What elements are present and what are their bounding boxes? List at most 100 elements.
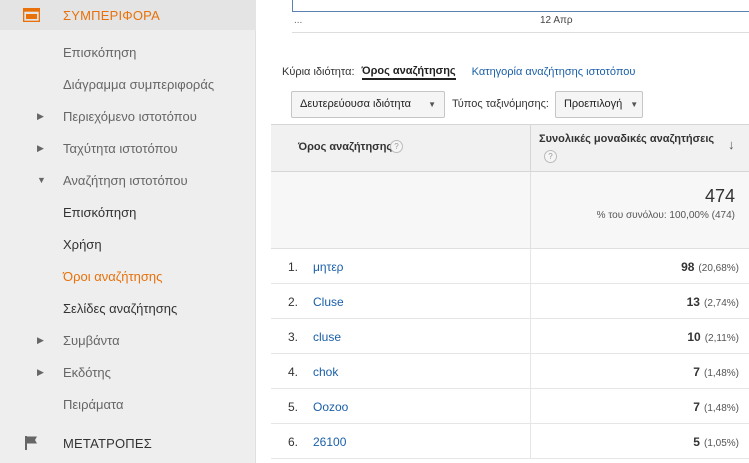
sidebar: ΣΥΜΠΕΡΙΦΟΡΑ Επισκόπηση Διάγραμμα συμπερι… [0,0,256,463]
metric-percent: (1,48%) [703,368,739,379]
sidebar-item-label: Διάγραμμα συμπεριφοράς [63,76,215,92]
totals-percent: % του συνόλου: 100,00% (474) [596,210,735,221]
sidebar-item-search-terms[interactable]: Όροι αναζήτησης [0,260,256,292]
sort-type-dropdown[interactable]: Προεπιλογή ▼ [554,90,643,118]
chart-ellipsis: ... [294,15,303,26]
sidebar-section-behavior[interactable]: ΣΥΜΠΕΡΙΦΟΡΑ [0,0,256,30]
metric-cell: 7 (1,48%) [693,400,739,414]
sort-descending-icon[interactable]: ↓ [728,137,735,152]
totals-value: 474 [704,186,735,206]
search-term-link[interactable]: Oozoo [313,400,348,414]
sidebar-item-label: Εκδότης [63,364,111,380]
sidebar-item-search-overview[interactable]: Επισκόπηση [0,196,256,228]
table-header: Όρος αναζήτησης ? Συνολικές μοναδικές αν… [271,124,749,172]
metric-value: 13 [686,295,700,309]
chart-date-label: 12 Απρ [540,15,573,26]
search-term-link[interactable]: 26100 [313,435,346,449]
metric-cell: 5 (1,05%) [693,435,739,449]
metric-percent: (2,11%) [704,333,739,344]
secondary-dimension-button[interactable]: Δευτερεύουσα ιδιότητα ▼ [291,90,445,118]
chart-area: ... 12 Απρ [292,0,749,33]
chart-series-line [292,11,749,12]
sidebar-item-label: Σελίδες αναζήτησης [63,300,178,316]
chevron-down-icon: ▼ [428,99,436,109]
dimension-cell: 5. Oozoo [271,389,531,423]
metric-cell: 13 (2,74%) [687,295,739,309]
metric-value: 5 [693,435,700,449]
metric-value: 7 [693,365,700,379]
sidebar-item-search-pages[interactable]: Σελίδες αναζήτησης [0,292,256,324]
table-row: 6. 26100 5 (1,05%) [271,424,749,459]
sidebar-section-label: ΜΕΤΑΤΡΟΠΕΣ [63,435,153,451]
row-index: 5. [288,400,299,414]
sidebar-item-label: Περιεχόμενο ιστοτόπου [63,108,197,124]
dimension-cell: 3. cluse [271,319,531,353]
expand-right-icon: ▶ [37,110,44,121]
metric-percent: (20,68%) [698,263,739,274]
sidebar-item-site-speed[interactable]: ▶ Ταχύτητα ιστοτόπου [0,132,256,164]
dimension-cell: 4. chok [271,354,531,388]
metric-value: 10 [687,330,701,344]
chevron-down-icon: ▼ [630,99,639,109]
totals-dimension-cell [271,172,531,248]
expand-down-icon: ▼ [37,175,46,185]
secondary-dimension-label: Δευτερεύουσα ιδιότητα [300,98,412,110]
table-row: 5. Oozoo 7 (1,48%) [271,389,749,424]
sidebar-item-label: Αναζήτηση ιστοτόπου [63,172,188,188]
primary-dimension-alternate-link[interactable]: Κατηγορία αναζήτησης ιστοτόπου [472,66,636,78]
metric-value: 7 [693,400,700,414]
help-icon[interactable]: ? [390,140,403,153]
sidebar-item-label: Χρήση [63,236,102,252]
dimension-column-title: Όρος αναζήτησης [298,141,393,153]
sidebar-item-label: Ταχύτητα ιστοτόπου [63,140,178,156]
metric-percent: (1,05%) [703,438,739,449]
table-toolbar: Δευτερεύουσα ιδιότητα ▼ Τύπος ταξινόμηση… [291,90,643,118]
search-term-link[interactable]: μητερ [313,260,344,274]
table-row: 4. chok 7 (1,48%) [271,354,749,389]
dimension-cell: 6. 26100 [271,424,531,458]
metric-cell: 98 (20,68%) [681,260,739,274]
dimension-cell: 1. μητερ [271,249,531,283]
sort-type-value: Προεπιλογή [563,98,623,110]
table-row: 2. Cluse 13 (2,74%) [271,284,749,319]
search-term-link[interactable]: Cluse [313,295,344,309]
main-content: ... 12 Απρ Κύρια ιδιότητα: Όρος αναζήτησ… [257,0,749,463]
table-row: 3. cluse 10 (2,11%) [271,319,749,354]
sidebar-item-site-search[interactable]: ▼ Αναζήτηση ιστοτόπου [0,164,256,196]
expand-right-icon: ▶ [37,334,44,345]
metric-column-title: Συνολικές μοναδικές αναζητήσεις [539,133,715,145]
behavior-icon [23,8,40,22]
dimension-column-header[interactable]: Όρος αναζήτησης ? [271,125,531,172]
sidebar-item-behavior-flow[interactable]: Διάγραμμα συμπεριφοράς [0,68,256,100]
sidebar-item-events[interactable]: ▶ Συμβάντα [0,324,256,356]
row-index: 6. [288,435,299,449]
search-term-link[interactable]: cluse [313,330,341,344]
flag-icon [25,436,37,450]
metric-percent: (1,48%) [703,403,739,414]
sidebar-section-conversions[interactable]: ΜΕΤΑΤΡΟΠΕΣ [0,428,256,458]
metric-cell: 10 (2,11%) [687,330,739,344]
sidebar-item-label: Όροι αναζήτησης [63,268,163,284]
sidebar-item-usage[interactable]: Χρήση [0,228,256,260]
expand-right-icon: ▶ [37,366,44,377]
sidebar-item-experiments[interactable]: Πειράματα [0,388,256,420]
data-table: Όρος αναζήτησης ? Συνολικές μοναδικές αν… [271,124,749,459]
metric-percent: (2,74%) [703,298,739,309]
metric-cell: 7 (1,48%) [693,365,739,379]
row-index: 4. [288,365,299,379]
sidebar-item-publisher[interactable]: ▶ Εκδότης [0,356,256,388]
table-row: 1. μητερ 98 (20,68%) [271,249,749,284]
totals-row: 474 % του συνόλου: 100,00% (474) [271,172,749,249]
search-term-link[interactable]: chok [313,365,338,379]
metric-column-header[interactable]: Συνολικές μοναδικές αναζητήσεις ? ↓ [532,125,749,172]
help-icon[interactable]: ? [544,150,557,163]
sidebar-section-label: ΣΥΜΠΕΡΙΦΟΡΑ [63,7,160,23]
dimension-cell: 2. Cluse [271,284,531,318]
row-index: 2. [288,295,299,309]
primary-dimension-bar: Κύρια ιδιότητα: Όρος αναζήτησης Κατηγορί… [282,64,635,80]
sort-type-label: Τύπος ταξινόμησης: [452,98,549,110]
expand-right-icon: ▶ [37,142,44,153]
sidebar-item-label: Συμβάντα [63,332,120,348]
sidebar-item-site-content[interactable]: ▶ Περιεχόμενο ιστοτόπου [0,100,256,132]
sidebar-item-overview[interactable]: Επισκόπηση [0,36,256,68]
